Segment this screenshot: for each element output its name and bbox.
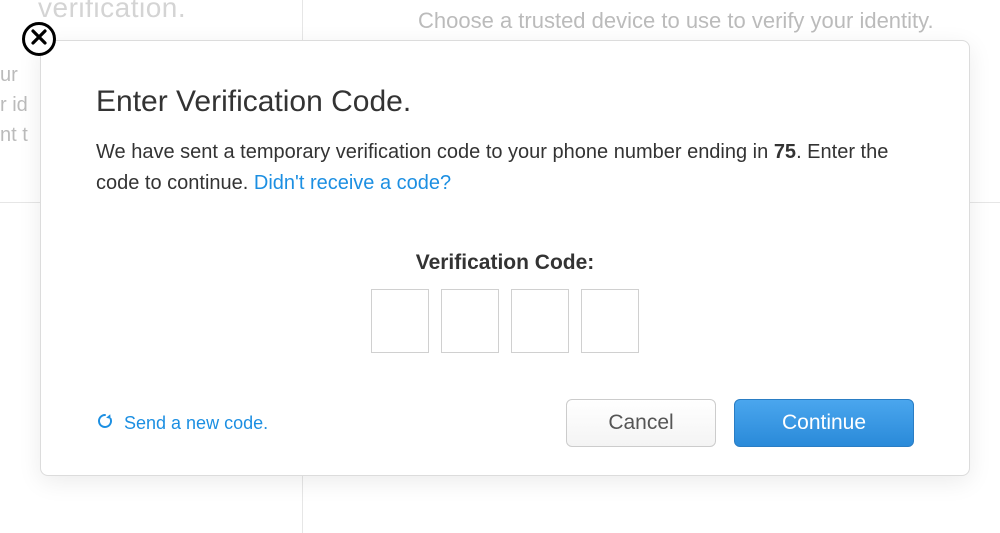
close-button[interactable] [22,22,56,56]
resend-label: Send a new code. [124,413,268,434]
desc-text-1: We have sent a temporary verification co… [96,141,774,163]
verification-modal: Enter Verification Code. We have sent a … [40,40,970,476]
code-label: Verification Code: [96,251,914,275]
bg-instruction-fragment: Choose a trusted device to use to verify… [418,8,934,34]
phone-last-digits: 75 [774,141,796,163]
code-digit-4[interactable] [581,289,639,353]
refresh-icon [96,412,114,435]
code-section: Verification Code: [96,251,914,353]
bg-title-fragment: verification. [38,0,186,24]
code-digit-3[interactable] [511,289,569,353]
modal-footer: Send a new code. Cancel Continue [96,399,914,447]
close-icon [31,29,47,50]
didnt-receive-link[interactable]: Didn't receive a code? [254,172,451,194]
code-digit-2[interactable] [441,289,499,353]
modal-description: We have sent a temporary verification co… [96,137,914,199]
continue-button[interactable]: Continue [734,399,914,447]
resend-code-link[interactable]: Send a new code. [96,412,268,435]
button-row: Cancel Continue [566,399,914,447]
code-input-group [96,289,914,353]
cancel-button[interactable]: Cancel [566,399,716,447]
modal-title: Enter Verification Code. [96,85,914,119]
code-digit-1[interactable] [371,289,429,353]
